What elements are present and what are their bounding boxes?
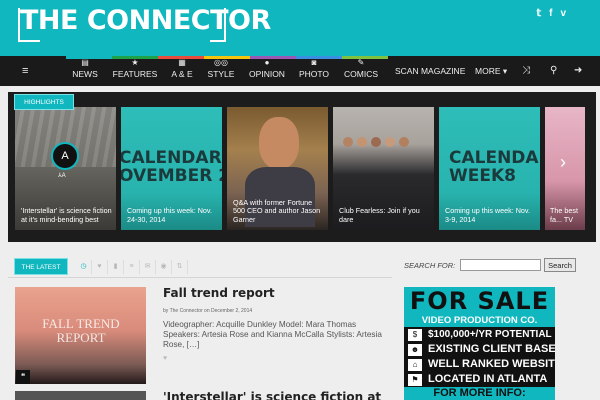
nav-item-label: NEWS — [72, 69, 98, 79]
latest-tab[interactable]: THE LATEST — [14, 258, 68, 275]
post-meta: by The Connector on December 2, 2014 — [163, 308, 253, 314]
divider — [8, 277, 392, 278]
card-caption: 'Interstellar' is science fiction at it'… — [21, 206, 112, 224]
ad-feature: EXISTING CLIENT BASE — [428, 343, 555, 355]
sort-filters: ◷ ♥ ▮ ≡ ✉ ◉ ⇅ — [76, 260, 188, 274]
thumbnail-text: FALL TREND REPORT — [42, 316, 120, 345]
nav-item-label: A & E — [171, 69, 193, 79]
search-label: SEARCH FOR: — [404, 261, 456, 270]
social-links: 𝕥 f v — [536, 8, 566, 19]
user-add-icon[interactable]: ⚲ — [550, 57, 557, 85]
nav-item-news[interactable]: ▤ NEWS — [70, 57, 100, 85]
card-caption: Coming up this week: Nov. 24-30, 2014 — [127, 206, 212, 224]
nav-item-label: PHOTO — [298, 69, 330, 79]
post-title[interactable]: Fall trend report — [163, 286, 275, 300]
heart-icon[interactable]: ♥ — [92, 260, 108, 274]
post-thumbnail[interactable]: FALL TREND REPORT — [15, 287, 146, 384]
nav-item-label: FEATURES — [112, 69, 158, 79]
nav-item-label: STYLE — [207, 69, 235, 79]
nav-item-scan-magazine[interactable]: SCAN MAGAZINE — [395, 57, 465, 85]
card-title: CALENDAR: WEEK8 — [449, 148, 540, 186]
advertisement[interactable]: FOR SALE VIDEO PRODUCTION CO. $ $100,000… — [404, 287, 555, 400]
star-icon: ★ — [131, 58, 139, 67]
eye-icon[interactable]: ◉ — [156, 260, 172, 274]
nav-item-features[interactable]: ★ FEATURES — [112, 57, 158, 85]
ad-footer: FOR MORE INFO: — [404, 387, 555, 400]
quote-icon: ❝ — [16, 370, 30, 384]
clock-icon[interactable]: ◷ — [76, 260, 92, 274]
highlight-card[interactable]: CALENDAR: OVEMBER 24-3 Coming up this we… — [121, 107, 222, 230]
ad-feature: $100,000+/YR POTENTIAL — [428, 329, 552, 340]
home-icon: ⌂ — [408, 359, 422, 371]
film-icon: ▦ — [178, 58, 186, 67]
nav-item-more[interactable]: MORE ▾ — [475, 57, 507, 85]
highlight-card[interactable]: CALENDAR: WEEK8 Coming up this week: Nov… — [439, 107, 540, 230]
bar-chart-icon[interactable]: ▮ — [108, 260, 124, 274]
ad-feature-list: $ $100,000+/YR POTENTIAL ☻ EXISTING CLIE… — [404, 327, 555, 387]
speech-bubble-icon: ● — [264, 58, 270, 67]
nav-item-ae[interactable]: ▦ A & E — [168, 57, 196, 85]
card-badge: ⅄A — [58, 173, 66, 179]
card-caption: Coming up this week: Nov. 3-9, 2014 — [445, 206, 530, 224]
ad-subheadline: VIDEO PRODUCTION CO. — [421, 315, 538, 326]
pencil-icon: ✎ — [357, 58, 365, 67]
highlights-tab[interactable]: HIGHLIGHTS — [14, 94, 74, 110]
post-thumbnail[interactable] — [15, 391, 146, 400]
login-icon[interactable]: ➜ — [574, 57, 582, 85]
nav-item-style[interactable]: ◎◎ STYLE — [206, 57, 236, 85]
nav-item-label: COMICS — [344, 69, 378, 79]
location-icon: ⚑ — [408, 374, 422, 386]
ad-headline: FOR SALE — [409, 287, 550, 315]
site-logo[interactable]: THE CONNECTOR — [18, 6, 271, 42]
card-caption: The best fa... TV — [550, 206, 578, 224]
menu-icon[interactable]: ≡ — [22, 57, 28, 85]
search-button[interactable]: Search — [544, 258, 576, 272]
sort-icon[interactable]: ⇅ — [172, 260, 188, 274]
ad-feature: WELL RANKED WEBSITE — [428, 358, 555, 370]
search-input[interactable] — [460, 259, 541, 271]
nav-item-comics[interactable]: ✎ COMICS — [343, 57, 379, 85]
list-icon[interactable]: ≡ — [124, 260, 140, 274]
play-button[interactable]: A — [51, 142, 79, 170]
dollar-icon: $ — [408, 329, 422, 341]
card-caption: Q&A with former Fortune 500 CEO and auth… — [233, 197, 321, 224]
post-excerpt: Videographer: Acquille Dunkley Model: Ma… — [163, 320, 382, 349]
heart-icon[interactable]: ♥ — [163, 355, 167, 362]
card-caption: Club Fearless: Join if you dare — [339, 206, 420, 224]
highlight-card[interactable]: Club Fearless: Join if you dare — [333, 107, 434, 230]
nav-item-opinion[interactable]: ● OPINION — [248, 57, 286, 85]
shuffle-icon[interactable]: ⤨ — [522, 57, 530, 85]
glasses-icon: ◎◎ — [214, 58, 228, 67]
people-icon: ☻ — [408, 344, 422, 356]
ad-feature: LOCATED IN ATLANTA — [428, 373, 548, 385]
twitter-icon[interactable]: 𝕥 — [536, 8, 541, 19]
card-title: CALENDAR: OVEMBER 24-3 — [121, 148, 222, 186]
highlight-card[interactable]: Q&A with former Fortune 500 CEO and auth… — [227, 107, 328, 230]
news-icon: ▤ — [81, 58, 89, 67]
comment-icon[interactable]: ✉ — [140, 260, 156, 274]
post-title[interactable]: 'Interstellar' is science fiction at — [163, 390, 381, 400]
camera-icon: ◙ — [311, 58, 317, 67]
nav-item-label: OPINION — [249, 69, 285, 79]
vimeo-icon[interactable]: v — [560, 8, 566, 19]
nav-item-photo[interactable]: ◙ PHOTO — [298, 57, 330, 85]
chevron-right-icon[interactable]: › — [560, 152, 566, 173]
facebook-icon[interactable]: f — [549, 8, 552, 19]
